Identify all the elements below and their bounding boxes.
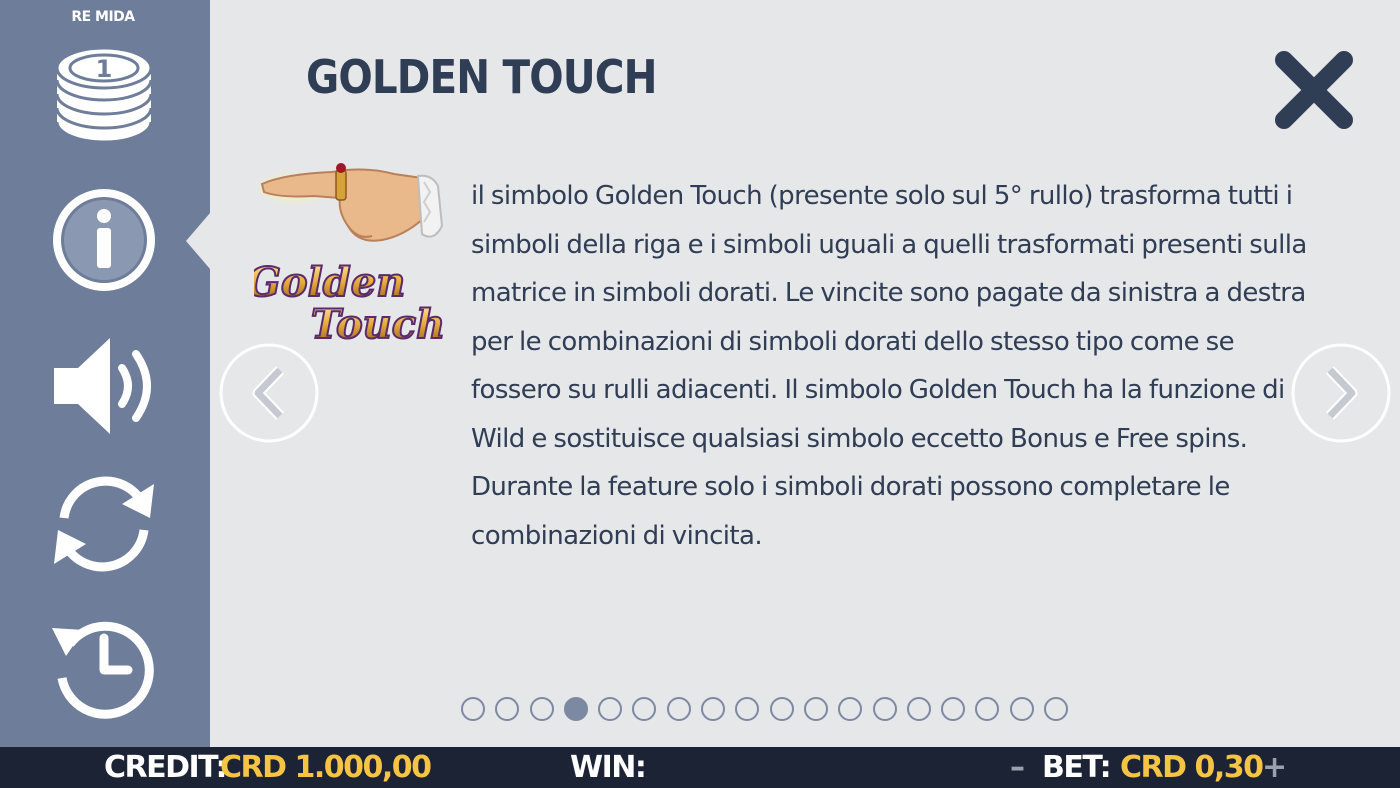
active-item-pointer [186, 213, 210, 269]
speaker-icon [54, 338, 151, 434]
coin-stack-icon: 1 [55, 46, 153, 144]
info-button[interactable] [46, 182, 162, 298]
pagination-dot[interactable] [735, 697, 760, 721]
refresh-icon [54, 476, 154, 572]
app-title: RE MIDA [71, 9, 135, 25]
pagination-dot[interactable] [461, 697, 485, 721]
history-button[interactable] [46, 608, 162, 724]
golden-touch-hand-icon: Golden Touch [246, 163, 446, 349]
golden-touch-symbol: Golden Touch [246, 156, 454, 366]
pagination-dot[interactable] [803, 697, 828, 721]
close-button[interactable] [1272, 48, 1356, 132]
pagination-dot[interactable] [941, 697, 966, 721]
pagination-dot[interactable] [1044, 697, 1069, 721]
sidebar: RE MIDA 1 [0, 0, 210, 747]
history-clock-icon [52, 621, 154, 719]
symbol-logo-line-2: Touch [311, 301, 445, 348]
symbol-logo-line-1: Golden [254, 259, 405, 306]
pagination-dot[interactable] [529, 697, 554, 721]
close-icon [1275, 51, 1353, 129]
pagination-dot[interactable] [769, 697, 794, 721]
pagination-dot[interactable] [838, 697, 863, 721]
pagination-dot[interactable] [666, 697, 691, 721]
pagination-dot[interactable] [495, 697, 520, 721]
autoplay-button[interactable] [46, 466, 162, 582]
feature-description: il simbolo Golden Touch (presente solo s… [471, 181, 1307, 551]
pagination [461, 697, 1069, 721]
prev-page-button[interactable] [218, 342, 320, 444]
page-title: GOLDEN TOUCH [306, 50, 657, 104]
bet-decrease-button[interactable]: – [1010, 750, 1025, 785]
pagination-dot[interactable] [906, 697, 931, 721]
info-icon [53, 189, 155, 291]
pagination-dot[interactable] [1009, 697, 1034, 721]
chevron-right-icon [1291, 343, 1391, 443]
sound-button[interactable] [46, 328, 162, 444]
status-bar: CREDIT: CRD 1.000,00 WIN: – BET: CRD 0,3… [0, 747, 1400, 788]
chevron-left-icon [219, 343, 319, 443]
pagination-dot[interactable] [632, 697, 657, 721]
win-label: WIN: [570, 750, 647, 785]
bet-label: BET: [1042, 750, 1112, 785]
bet-value: CRD 0,30 [1120, 750, 1264, 785]
pagination-dot[interactable] [975, 697, 1000, 721]
coins-button[interactable]: 1 [46, 38, 162, 154]
credit-value: CRD 1.000,00 [220, 750, 432, 785]
help-panel: GOLDEN TOUCH Golden Touch il simbolo Gol… [210, 0, 1400, 747]
pagination-dot[interactable] [701, 697, 726, 721]
bet-increase-button[interactable]: + [1262, 750, 1287, 785]
pagination-dot[interactable] [598, 697, 623, 721]
pagination-dot[interactable] [872, 697, 897, 721]
coin-badge: 1 [96, 55, 113, 83]
next-page-button[interactable] [1290, 342, 1392, 444]
credit-label: CREDIT: [104, 750, 228, 785]
pagination-dot[interactable] [563, 697, 588, 721]
